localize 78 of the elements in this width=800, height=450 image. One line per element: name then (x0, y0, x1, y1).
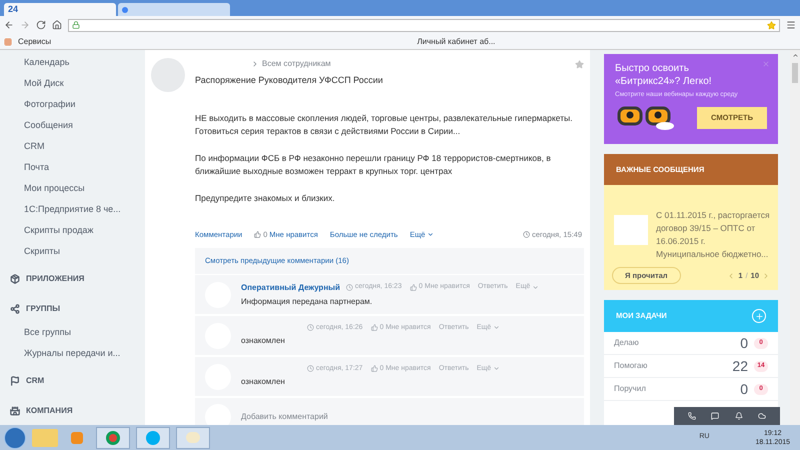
task-label[interactable]: Поручил (614, 383, 740, 395)
like-icon (370, 365, 378, 372)
comment-text: ознакомлен (241, 335, 286, 347)
next-icon[interactable] (762, 272, 770, 280)
sidebar-item[interactable]: Сообщения (0, 115, 140, 136)
caret-icon (532, 284, 540, 291)
sidebar-item[interactable]: Мой Диск (0, 73, 140, 94)
address-bar[interactable] (68, 18, 780, 32)
post-paragraph: Предупредите знакомых и близких. (195, 192, 336, 205)
sidebar-item[interactable]: Скрипты (0, 241, 140, 262)
task-label[interactable]: Делаю (614, 337, 740, 349)
sidebar-item[interactable]: Скрипты продаж (0, 220, 140, 241)
comment-author[interactable]: Оперативный Дежурный (241, 282, 340, 294)
post-paragraph: По информации ФСБ в РФ незаконно перешли границу РФ 18 террористов-смертников, в ближайшие выходные возможен терракт в крупных торг. центрах (195, 152, 552, 178)
sidebar-item[interactable]: Фотографии (0, 94, 140, 115)
like-icon (410, 284, 417, 291)
phone-icon[interactable] (688, 412, 696, 420)
sidebar-item[interactable]: Все группы (0, 322, 140, 343)
sidebar-section[interactable]: ГРУППЫ (26, 303, 60, 315)
browser-tab[interactable] (118, 3, 230, 16)
sidebar-item[interactable]: 1С:Предприятие 8 че... (0, 199, 140, 220)
task-count: 0 (740, 334, 748, 352)
section-icon (10, 274, 20, 284)
avatar (614, 215, 648, 245)
scrollbar[interactable] (790, 50, 800, 425)
task-count: 22 (732, 356, 748, 376)
section-icon (10, 406, 20, 416)
caret-icon (493, 324, 500, 332)
sidebar-section[interactable]: ПРИЛОЖЕНИЯ (26, 273, 84, 285)
clock-icon (522, 231, 530, 238)
comment-text: Информация передана партнерам. (241, 296, 374, 308)
reload-icon[interactable] (36, 20, 46, 30)
cloud-icon[interactable] (758, 412, 766, 420)
scroll-up-icon[interactable] (792, 52, 798, 59)
sidebar-item[interactable]: CRM (0, 136, 140, 157)
back-icon[interactable] (4, 20, 14, 30)
star-icon[interactable] (575, 60, 584, 68)
sidebar-item[interactable]: Почта (0, 157, 140, 178)
sidebar-section[interactable]: CRM (26, 375, 44, 387)
clock-icon (346, 284, 354, 291)
scroll-thumb[interactable] (792, 63, 798, 83)
like-icon (254, 231, 262, 238)
clock-icon (307, 365, 314, 372)
bookmark-star-icon[interactable] (767, 20, 776, 30)
tab-title: 24 (8, 2, 18, 16)
sidebar-item[interactable]: Журналы передачи и... (0, 343, 140, 364)
important-text: С 01.11.2015 г., расторгается договор 39/15 – ОПТС от 16.06.2015 г. Муниципальное бюджетно... (656, 209, 770, 261)
add-task-icon[interactable] (752, 309, 766, 323)
bookmark[interactable]: Личный кабинет аб... (417, 36, 496, 48)
like-icon (370, 324, 378, 332)
sidebar-item[interactable]: Мои процессы (0, 178, 140, 199)
lock-icon (72, 21, 80, 29)
section-icon (10, 304, 20, 314)
close-icon[interactable] (762, 60, 770, 68)
forward-icon[interactable] (20, 20, 30, 30)
bell-icon[interactable] (734, 412, 743, 420)
chat-icon[interactable] (711, 412, 720, 420)
post-paragraph: НЕ выходить в массовые скопления людей, торговые центры, развлекательные гипермаркеты. Готовиться серия терактов в связи с действиями России в Сирии... (195, 112, 574, 138)
menu-icon[interactable] (786, 20, 796, 30)
clock-icon (307, 324, 314, 332)
apps-icon[interactable] (4, 38, 12, 46)
post-title: Распоряжение Руководителя УФССП России (195, 74, 384, 87)
caret-icon (493, 365, 500, 372)
post-recipient[interactable]: Всем сотрудникам (262, 58, 331, 70)
section-icon (10, 376, 20, 386)
glasses-drawing (615, 106, 675, 130)
task-label[interactable]: Помогаю (614, 360, 732, 372)
bookmark[interactable]: Сервисы (18, 36, 52, 48)
task-count: 0 (740, 380, 748, 398)
promo-title: Быстро освоить «Битрикс24»? Легко! (615, 62, 713, 88)
home-icon[interactable] (52, 20, 62, 30)
browser-tab[interactable]: 24 (4, 3, 116, 16)
sidebar-item[interactable]: Календарь (0, 52, 140, 73)
caret-icon (427, 231, 434, 238)
sidebar-section[interactable]: КОМПАНИЯ (26, 405, 73, 417)
start-button[interactable] (4, 426, 26, 448)
add-comment-field[interactable]: Добавить комментарий (241, 410, 574, 422)
comment-text: ознакомлен (241, 376, 286, 388)
